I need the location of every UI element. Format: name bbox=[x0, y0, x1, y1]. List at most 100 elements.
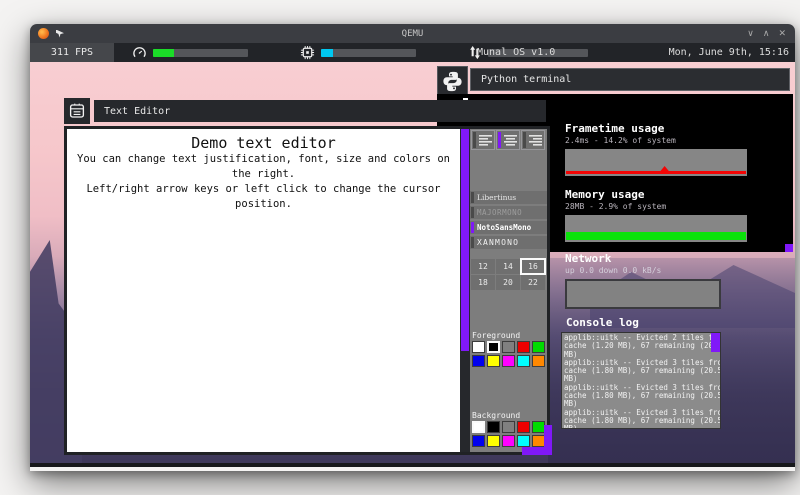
size-option[interactable]: 18 bbox=[471, 275, 495, 290]
text-editor-app-icon[interactable] bbox=[64, 98, 90, 124]
font-size-grid: 12 14 16 18 20 22 bbox=[471, 259, 545, 290]
log-line: cache (1.80 MB), 67 remaining (20.59 bbox=[564, 417, 720, 425]
fg-color-cyan[interactable] bbox=[517, 355, 530, 367]
justify-center-button[interactable] bbox=[496, 130, 520, 150]
log-line: MB) bbox=[564, 400, 720, 408]
memory-subtitle: 28MB - 2.9% of system bbox=[565, 202, 750, 211]
log-line: MB) bbox=[564, 351, 720, 359]
memory-usage-bar bbox=[321, 49, 416, 57]
log-line: cache (1.20 MB), 67 remaining (20.59 bbox=[564, 342, 720, 350]
justify-right-button[interactable] bbox=[521, 130, 545, 150]
terminal-resize-corner[interactable] bbox=[785, 244, 793, 252]
network-title: Network bbox=[565, 252, 750, 265]
bg-color-magenta[interactable] bbox=[502, 435, 515, 447]
bg-color-cyan[interactable] bbox=[517, 435, 530, 447]
qemu-window: QEMU ∨ ∧ ✕ 311 FPS Munal bbox=[30, 24, 795, 471]
speedometer-icon bbox=[132, 45, 147, 60]
bg-color-yellow[interactable] bbox=[487, 435, 500, 447]
log-line: cache (1.80 MB), 67 remaining (20.59 bbox=[564, 367, 720, 375]
frametime-graph bbox=[565, 149, 747, 176]
text-editor-window: Demo text editor You can change text jus… bbox=[64, 126, 550, 455]
size-option[interactable]: 12 bbox=[471, 259, 495, 274]
log-line: MB) bbox=[564, 425, 720, 429]
fg-color-black-selected[interactable] bbox=[487, 341, 500, 353]
fg-color-blue[interactable] bbox=[472, 355, 485, 367]
foreground-palette bbox=[472, 341, 545, 367]
bg-color-black[interactable] bbox=[487, 421, 500, 433]
align-center-icon bbox=[503, 134, 519, 146]
size-option[interactable]: 14 bbox=[496, 259, 520, 274]
bg-color-red[interactable] bbox=[517, 421, 530, 433]
network-subtitle: up 0.0 down 0.0 kB/s bbox=[565, 266, 750, 275]
fps-counter: 311 FPS bbox=[30, 43, 114, 62]
log-line: cache (1.80 MB), 67 remaining (20.59 bbox=[564, 392, 720, 400]
python-terminal-title: Python terminal bbox=[481, 74, 571, 85]
network-panel: Network up 0.0 down 0.0 kB/s bbox=[565, 252, 750, 309]
console-scrollbar-thumb[interactable] bbox=[711, 333, 720, 352]
bg-color-blue[interactable] bbox=[472, 435, 485, 447]
console-log-box[interactable]: applib::uitk -- Evicted 2 tiles from cac… bbox=[561, 332, 721, 429]
editor-body-line: You can change text justification, font,… bbox=[67, 152, 460, 182]
text-editor-title: Text Editor bbox=[104, 106, 170, 117]
bg-color-gray[interactable] bbox=[502, 421, 515, 433]
fg-color-yellow[interactable] bbox=[487, 355, 500, 367]
system-topbar: 311 FPS Munal OS v1.0 Mon, June 9th, 15:… bbox=[30, 43, 795, 62]
minimize-button[interactable]: ∨ bbox=[747, 29, 754, 39]
log-line: applib::uitk -- Evicted 3 tiles from bbox=[564, 409, 720, 417]
fg-color-green[interactable] bbox=[532, 341, 545, 353]
editor-settings-panel: Libertinus MAJORMONO NotoSansMono XANMON… bbox=[470, 129, 547, 452]
network-graph bbox=[565, 279, 721, 309]
window-bottom-edge bbox=[30, 463, 795, 467]
log-line: applib::uitk -- Evicted 3 tiles from bbox=[564, 384, 720, 392]
frametime-title: Frametime usage bbox=[565, 122, 750, 135]
fg-color-orange[interactable] bbox=[532, 355, 545, 367]
bg-color-white-selected[interactable] bbox=[472, 421, 485, 433]
log-line: applib::uitk -- Evicted 3 tiles from bbox=[564, 359, 720, 367]
memory-panel: Memory usage 28MB - 2.9% of system bbox=[565, 188, 750, 242]
cpu-chip-icon bbox=[300, 45, 315, 60]
frametime-subtitle: 2.4ms - 14.2% of system bbox=[565, 136, 750, 145]
font-option-libertinus[interactable]: Libertinus bbox=[470, 191, 547, 204]
align-right-icon bbox=[528, 134, 544, 146]
size-option[interactable]: 22 bbox=[521, 275, 545, 290]
frametime-panel: Frametime usage 2.4ms - 14.2% of system bbox=[565, 122, 750, 176]
console-log-title: Console log bbox=[566, 316, 751, 329]
cpu-usage-gauge bbox=[132, 45, 248, 60]
align-left-icon bbox=[478, 134, 494, 146]
qemu-window-title: QEMU bbox=[30, 29, 795, 39]
close-button[interactable]: ✕ bbox=[778, 29, 786, 39]
cpu-usage-bar bbox=[153, 49, 248, 57]
font-option-xanmono[interactable]: XANMONO bbox=[470, 236, 547, 249]
clock: Mon, June 9th, 15:16 bbox=[669, 47, 789, 58]
editor-scrollbar[interactable] bbox=[460, 129, 470, 452]
text-editor-titlebar[interactable]: Text Editor bbox=[94, 100, 546, 122]
log-line: MB) bbox=[564, 375, 720, 383]
python-terminal-app-icon[interactable] bbox=[437, 66, 468, 97]
size-option[interactable]: 20 bbox=[496, 275, 520, 290]
editor-scrollbar-thumb[interactable] bbox=[461, 129, 469, 351]
qemu-titlebar[interactable]: QEMU ∨ ∧ ✕ bbox=[30, 24, 795, 43]
python-terminal-titlebar[interactable]: Python terminal bbox=[470, 68, 790, 91]
text-document-icon bbox=[68, 102, 86, 120]
background-label: Background bbox=[472, 411, 520, 420]
editor-text-area[interactable]: Demo text editor You can change text jus… bbox=[67, 129, 460, 452]
font-option-majormono[interactable]: MAJORMONO bbox=[470, 206, 547, 219]
console-log-panel: Console log applib::uitk -- Evicted 2 ti… bbox=[561, 316, 751, 429]
editor-heading: Demo text editor bbox=[67, 134, 460, 152]
fg-color-red[interactable] bbox=[517, 341, 530, 353]
fg-color-magenta[interactable] bbox=[502, 355, 515, 367]
font-option-notosansmono[interactable]: NotoSansMono bbox=[470, 221, 547, 234]
foreground-label: Foreground bbox=[472, 331, 520, 340]
editor-body-line: Left/right arrow keys or left click to c… bbox=[67, 182, 460, 212]
fg-color-gray[interactable] bbox=[502, 341, 515, 353]
fg-color-white[interactable] bbox=[472, 341, 485, 353]
memory-graph bbox=[565, 215, 747, 242]
maximize-button[interactable]: ∧ bbox=[763, 29, 770, 39]
python-icon bbox=[442, 71, 463, 92]
background-palette bbox=[472, 421, 545, 447]
desktop: Python terminal >>> Frametime usage 2.4m… bbox=[30, 62, 795, 467]
justify-left-button[interactable] bbox=[471, 130, 495, 150]
memory-title: Memory usage bbox=[565, 188, 750, 201]
size-option-selected[interactable]: 16 bbox=[521, 259, 545, 274]
editor-resize-corner[interactable] bbox=[522, 447, 552, 455]
